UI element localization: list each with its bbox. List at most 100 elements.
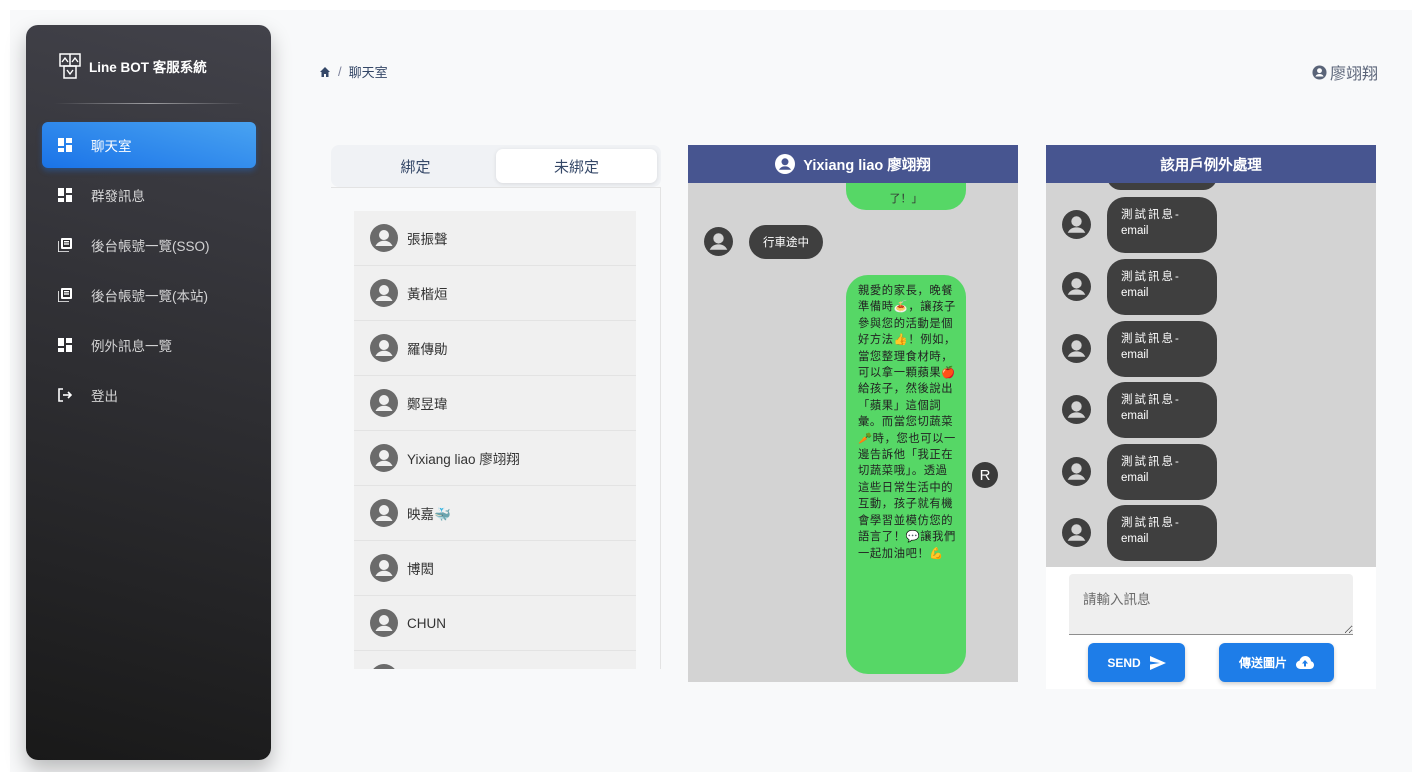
breadcrumb-separator: / [338, 64, 342, 79]
tab-unbound[interactable]: 未綁定 [496, 149, 657, 183]
outgoing-message-bubble: 了！」 [846, 183, 966, 210]
sender-avatar: R [972, 462, 998, 488]
avatar-icon [1062, 395, 1091, 424]
user-list-item-partial[interactable] [354, 651, 636, 669]
user-list-item[interactable]: 羅傳勛 [354, 321, 636, 376]
sidebar-item-accounts-sso[interactable]: 後台帳號一覽(SSO) [42, 222, 256, 268]
message-text: 測試訊息- [1121, 333, 1181, 345]
sidebar-item-label: 聊天室 [91, 139, 132, 154]
incoming-message-bubble: 行車途中 [749, 225, 823, 259]
sidebar-item-exceptions[interactable]: 例外訊息一覽 [42, 322, 256, 368]
accounts-icon [58, 238, 72, 252]
avatar-icon [1062, 272, 1091, 301]
message-text: 測試訊息- [1121, 271, 1181, 283]
user-name: 博閎 [407, 562, 434, 577]
sidebar-item-chatroom[interactable]: 聊天室 [42, 122, 256, 168]
account-circle-icon [1312, 64, 1327, 80]
avatar-icon [1062, 334, 1091, 363]
incoming-message-bubble: 測試訊息-email [1107, 197, 1217, 253]
message-text: email [1121, 410, 1149, 422]
user-list-item[interactable]: 博閎 [354, 541, 636, 596]
message-text: 測試訊息- [1121, 517, 1181, 529]
user-list-item[interactable]: 黃楷烜 [354, 266, 636, 321]
avatar-icon [704, 227, 733, 256]
dashboard-icon [58, 188, 72, 202]
outgoing-message-bubble: 親愛的家長，晚餐準備時🍝，讓孩子參與您的活動是個好方法👍！例如，當您整理食材時，… [846, 275, 966, 674]
sidebar-item-label: 群發訊息 [91, 189, 145, 204]
avatar-icon [370, 554, 398, 582]
message-text: 測試訊息- [1121, 456, 1181, 468]
exception-message: 測試訊息-email [1046, 259, 1376, 315]
exception-message: 測試訊息-email [1046, 382, 1376, 438]
send-image-button[interactable]: 傳送圖片 [1219, 643, 1334, 682]
sidebar-item-label: 例外訊息一覽 [91, 339, 172, 354]
exception-message: 測試訊息-email [1046, 321, 1376, 377]
incoming-message-bubble: 測試訊息-email [1107, 321, 1217, 377]
user-menu[interactable]: 廖翊翔 [1312, 60, 1378, 84]
avatar-icon [1062, 457, 1091, 486]
user-name: Yixiang liao 廖翊翔 [407, 452, 520, 467]
sidebar-item-label: 後台帳號一覽(SSO) [91, 239, 210, 254]
message-text: email [1121, 225, 1149, 237]
sidebar-item-broadcast[interactable]: 群發訊息 [42, 172, 256, 218]
binding-tabs: 綁定 未綁定 [331, 145, 661, 187]
send-button[interactable]: SEND [1088, 643, 1185, 682]
exception-message: 測試訊息-email [1046, 197, 1376, 253]
exception-message: 測試訊息-email [1046, 444, 1376, 500]
breadcrumb-current: 聊天室 [348, 65, 388, 80]
dashboard-icon [58, 138, 72, 152]
message-text: email [1121, 472, 1149, 484]
message-text: email [1121, 533, 1149, 545]
avatar-icon [1062, 518, 1091, 547]
exception-header: 該用戶例外處理 [1046, 145, 1376, 183]
chat-messages[interactable]: 了！」 行車途中 親愛的家長，晚餐準備時🍝，讓孩子參與您的活動是個好方法👍！例如… [688, 183, 1018, 682]
avatar-icon [370, 389, 398, 417]
message-text: email [1121, 287, 1149, 299]
user-name: 廖翊翔 [1329, 66, 1378, 83]
user-list-item[interactable]: Yixiang liao 廖翊翔 [354, 431, 636, 486]
sidebar-item-label: 後台帳號一覽(本站) [91, 289, 208, 304]
bot-logo-icon [59, 53, 81, 79]
user-list-item[interactable]: 張振聲 [354, 211, 636, 266]
send-icon [1149, 655, 1166, 670]
user-name: 黃楷烜 [407, 287, 448, 302]
send-image-button-label: 傳送圖片 [1238, 656, 1287, 670]
avatar-icon [370, 444, 398, 472]
exception-messages[interactable]: 測試訊息-email 測試訊息-email 測試訊息-email 測試訊息-em… [1046, 183, 1376, 567]
logout-icon [58, 388, 72, 402]
accounts-icon [58, 288, 72, 302]
user-name: 映嘉🐳 [407, 507, 451, 522]
user-list-item[interactable]: CHUN [354, 596, 636, 651]
sidebar-item-accounts-local[interactable]: 後台帳號一覽(本站) [42, 272, 256, 318]
avatar-icon [370, 279, 398, 307]
user-list[interactable]: 張振聲 黃楷烜 羅傳勛 鄭昱瑋 Yixiang liao 廖翊翔 映嘉🐳 博閎 … [331, 187, 661, 669]
incoming-message-bubble: 測試訊息-email [1107, 505, 1217, 561]
chat-title: Yixiang liao 廖翊翔 [803, 157, 931, 174]
sidebar: Line BOT 客服系統 聊天室 群發訊息 後台帳號一覽(SSO) 後台帳號一… [26, 25, 271, 760]
avatar-icon [370, 499, 398, 527]
message-composer: SEND 傳送圖片 [1046, 567, 1376, 689]
user-name: 鄭昱瑋 [407, 397, 448, 412]
avatar-icon [1062, 210, 1091, 239]
home-icon[interactable] [319, 66, 331, 78]
message-text: email [1121, 349, 1149, 361]
user-name: 張振聲 [407, 232, 448, 247]
tab-bound[interactable]: 綁定 [335, 149, 496, 183]
account-circle-icon [775, 154, 796, 174]
user-list-item[interactable]: 映嘉🐳 [354, 486, 636, 541]
chat-header: Yixiang liao 廖翊翔 [688, 145, 1018, 183]
message-text: 測試訊息- [1121, 209, 1181, 221]
incoming-message-bubble: 測試訊息-email [1107, 259, 1217, 315]
user-list-item[interactable]: 鄭昱瑋 [354, 376, 636, 431]
send-button-label: SEND [1107, 655, 1141, 670]
avatar-icon [370, 334, 398, 362]
breadcrumb: / 聊天室 [319, 62, 388, 81]
incoming-message-bubble: 測試訊息-email [1107, 382, 1217, 438]
brand[interactable]: Line BOT 客服系統 [59, 52, 207, 80]
dashboard-icon [58, 338, 72, 352]
sidebar-item-logout[interactable]: 登出 [42, 372, 256, 418]
exception-message: 測試訊息-email [1046, 505, 1376, 561]
user-name: CHUN [407, 615, 446, 631]
cloud-upload-icon [1296, 656, 1314, 669]
message-input[interactable] [1069, 574, 1353, 635]
